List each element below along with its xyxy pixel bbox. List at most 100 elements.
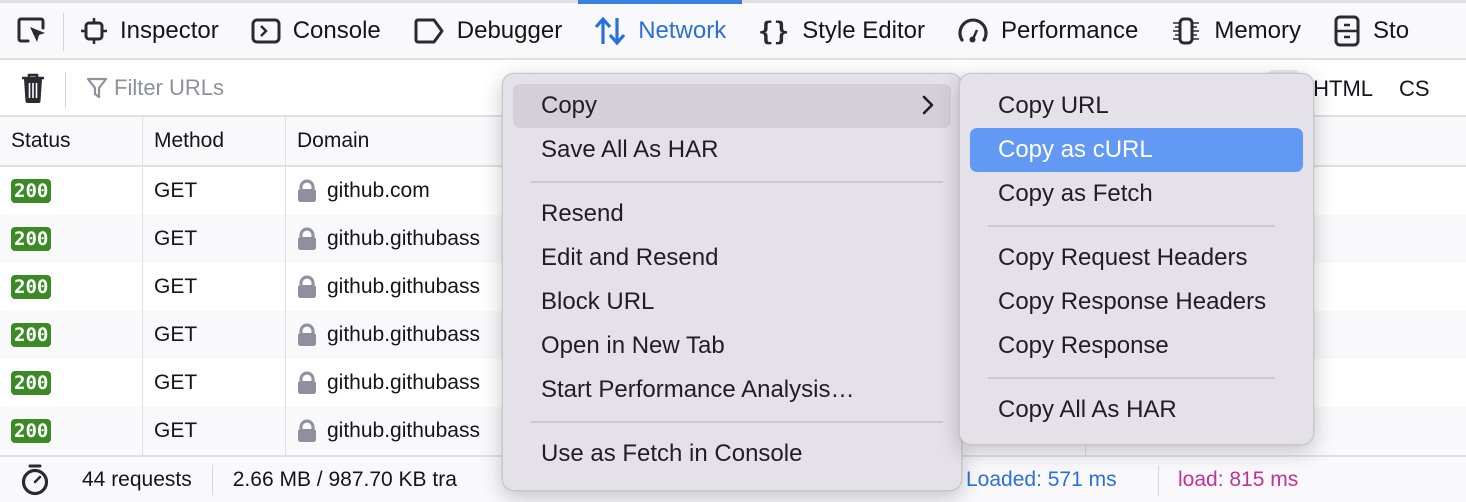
type-filter-css[interactable]: CS	[1386, 70, 1443, 108]
method-cell: GET	[143, 263, 286, 311]
menu-item-label: Open in New Tab	[541, 332, 725, 359]
svg-text:{}: {}	[758, 17, 789, 45]
menu-item-label: Start Performance Analysis…	[541, 376, 855, 403]
filter-urls-field[interactable]	[86, 74, 494, 101]
menu-item-copy-response[interactable]: Copy Response	[970, 324, 1303, 368]
tab-network[interactable]: Network	[578, 0, 743, 58]
status-cell: 200	[0, 263, 143, 311]
console-icon	[251, 18, 281, 43]
menu-item-copy-all-as-har[interactable]: Copy All As HAR	[970, 388, 1303, 432]
tab-label: Performance	[1000, 16, 1139, 44]
menu-item-label: Copy as cURL	[998, 136, 1153, 163]
transfer-size: 2.66 MB / 987.70 KB tra	[232, 467, 457, 491]
lock-icon	[298, 227, 316, 250]
column-header-method[interactable]: Method	[143, 117, 286, 165]
inspector-icon	[81, 17, 107, 44]
status-badge: 200	[11, 419, 52, 443]
lock-icon	[298, 419, 316, 442]
menu-separator	[988, 225, 1275, 227]
tab-label: Console	[292, 16, 381, 44]
method-cell: GET	[143, 167, 286, 215]
menu-item-save-all-as-har[interactable]: Save All As HAR	[513, 128, 951, 172]
tab-inspector[interactable]: Inspector	[64, 3, 235, 58]
tab-storage[interactable]: Sto	[1317, 3, 1425, 58]
menu-item-label: Copy as Fetch	[998, 180, 1153, 207]
menu-item-start-performance-analysis[interactable]: Start Performance Analysis…	[513, 368, 951, 412]
menu-separator	[531, 181, 943, 183]
storage-icon	[1334, 15, 1360, 46]
element-picker-button[interactable]	[0, 3, 64, 58]
menu-separator	[531, 421, 943, 423]
menu-item-copy-response-headers[interactable]: Copy Response Headers	[970, 280, 1303, 324]
menu-item-label: Block URL	[541, 288, 655, 315]
status-cell: 200	[0, 359, 143, 407]
status-badge: 200	[11, 179, 52, 203]
tab-style-editor[interactable]: {} Style Editor	[742, 3, 941, 58]
status-cell: 200	[0, 311, 143, 359]
menu-item-label: Copy	[541, 92, 598, 119]
tab-label: Sto	[1373, 16, 1410, 44]
menu-item-label: Use as Fetch in Console	[541, 440, 803, 467]
method-cell: GET	[143, 311, 286, 359]
status-cell: 200	[0, 407, 143, 455]
menu-item-copy[interactable]: Copy	[513, 84, 951, 128]
tab-label: Debugger	[456, 16, 563, 44]
domain-text: github.githubass	[327, 419, 480, 442]
filter-urls-input[interactable]	[114, 74, 494, 101]
menu-item-resend[interactable]: Resend	[513, 192, 951, 236]
load-time: load: 815 ms	[1178, 467, 1299, 491]
tab-debugger[interactable]: Debugger	[397, 3, 578, 58]
clear-button[interactable]	[0, 60, 66, 115]
menu-item-label: Copy All As HAR	[998, 396, 1177, 423]
menu-item-copy-as-curl[interactable]: Copy as cURL	[970, 128, 1303, 172]
domain-text: github.githubass	[327, 371, 480, 394]
menu-item-copy-request-headers[interactable]: Copy Request Headers	[970, 236, 1303, 280]
menu-item-label: Copy URL	[998, 92, 1109, 119]
menu-item-label: Copy Response Headers	[998, 288, 1267, 315]
status-badge: 200	[11, 227, 52, 251]
domain-text: github.githubass	[327, 275, 480, 298]
lock-icon	[298, 371, 316, 394]
performance-analysis-button[interactable]	[0, 457, 74, 502]
menu-item-edit-and-resend[interactable]: Edit and Resend	[513, 236, 951, 280]
lock-icon	[298, 179, 316, 202]
performance-icon	[958, 18, 988, 42]
menu-item-block-url[interactable]: Block URL	[513, 280, 951, 324]
menu-item-label: Resend	[541, 200, 624, 227]
menu-item-label: Edit and Resend	[541, 244, 719, 271]
menu-item-copy-as-fetch[interactable]: Copy as Fetch	[970, 172, 1303, 216]
status-badge: 200	[11, 275, 52, 299]
lock-icon	[298, 275, 316, 298]
status-badge: 200	[11, 323, 52, 347]
method-cell: GET	[143, 359, 286, 407]
status-badge: 200	[11, 371, 52, 395]
tab-label: Inspector	[120, 16, 219, 44]
devtools-toolbar: Inspector Console Debugger Network {} St…	[0, 0, 1466, 60]
tab-label: Memory	[1214, 16, 1302, 44]
status-separator	[1158, 466, 1159, 496]
network-icon	[594, 16, 626, 45]
tab-label: Style Editor	[802, 16, 925, 44]
element-picker-icon	[17, 17, 45, 42]
status-cell: 200	[0, 167, 143, 215]
menu-item-use-as-fetch-in-console[interactable]: Use as Fetch in Console	[513, 432, 951, 476]
debugger-icon	[414, 18, 444, 43]
copy-submenu: Copy URL Copy as cURL Copy as Fetch Copy Re…	[959, 73, 1314, 445]
menu-item-label: Copy Request Headers	[998, 244, 1248, 271]
domain-text: github.com	[327, 179, 430, 202]
style-editor-icon: {}	[758, 17, 789, 45]
menu-item-open-in-new-tab[interactable]: Open in New Tab	[513, 324, 951, 368]
tab-performance[interactable]: Performance	[941, 3, 1154, 58]
lock-icon	[298, 323, 316, 346]
column-header-status[interactable]: Status	[0, 117, 143, 165]
tab-memory[interactable]: Memory	[1154, 3, 1317, 58]
domain-text: github.githubass	[327, 323, 480, 346]
method-cell: GET	[143, 215, 286, 263]
menu-item-copy-url[interactable]: Copy URL	[970, 84, 1303, 128]
tab-console[interactable]: Console	[235, 3, 397, 58]
menu-item-label: Copy Response	[998, 332, 1169, 359]
method-cell: GET	[143, 407, 286, 455]
memory-icon	[1173, 17, 1200, 44]
menu-separator	[988, 377, 1275, 379]
trash-icon	[22, 73, 44, 103]
